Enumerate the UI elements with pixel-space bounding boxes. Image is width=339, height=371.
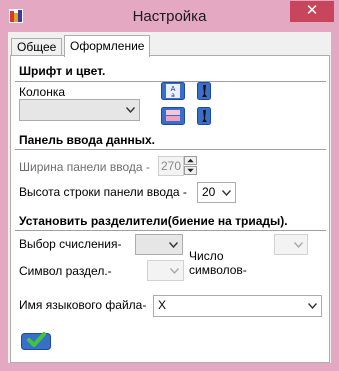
input-width-label: Ширина панели ввода - — [19, 160, 150, 174]
digit-count-label-line2: символов- — [189, 263, 247, 277]
input-section-divider — [15, 149, 326, 150]
digit-count-select[interactable] — [274, 234, 308, 255]
chevron-down-icon — [126, 107, 135, 113]
chevron-up-icon — [187, 158, 194, 163]
chevron-down-icon — [308, 303, 317, 309]
title-bar[interactable]: Настройка ✕ — [0, 0, 339, 32]
brush-icon[interactable] — [197, 82, 211, 100]
chevron-down-icon — [222, 189, 231, 196]
window-title: Настройка — [132, 8, 207, 25]
calc-system-label: Выбор счисления- — [19, 237, 122, 251]
language-file-label: Имя языкового файла- — [19, 298, 147, 312]
chevron-down-icon — [187, 168, 194, 173]
separator-symbol-select[interactable] — [147, 260, 184, 281]
stepper-up-button[interactable] — [184, 156, 197, 165]
column-label: Колонка — [19, 85, 66, 99]
column-select[interactable] — [19, 99, 140, 121]
digit-count-label-line1: Число — [189, 249, 224, 263]
font-section-header: Шрифт и цвет. — [19, 64, 106, 78]
close-button[interactable]: ✕ — [290, 1, 334, 22]
window-client: Общее Оформление Шрифт и цвет. Колонка A… — [8, 32, 331, 363]
row-height-select[interactable]: 20 — [197, 182, 236, 203]
font-a-icon[interactable]: A a — [161, 82, 185, 100]
language-file-select[interactable]: X — [153, 295, 322, 317]
brush-icon-2[interactable] — [197, 107, 211, 125]
row-height-value: 20 — [202, 185, 216, 199]
chevron-down-icon — [169, 241, 178, 248]
separator-section-divider — [15, 230, 326, 231]
tab-general[interactable]: Общее — [11, 38, 63, 56]
chevron-down-icon — [294, 241, 303, 248]
input-width-field[interactable]: 270 — [158, 156, 184, 176]
calc-system-select[interactable] — [135, 234, 183, 255]
separator-symbol-label: Символ раздел.- — [19, 264, 112, 278]
chevron-down-icon — [170, 267, 179, 274]
appearance-panel: Шрифт и цвет. Колонка A a Панель ввода д… — [10, 55, 330, 363]
language-file-value: X — [158, 298, 167, 312]
svg-text:a: a — [171, 92, 175, 99]
settings-window: Настройка ✕ Общее Оформление Шрифт и цве… — [0, 0, 339, 371]
separator-section-header: Установить разделители(биение на триады)… — [19, 214, 288, 228]
stepper-down-button[interactable] — [184, 166, 197, 175]
color-swatch-icon[interactable] — [161, 107, 185, 125]
checkmark-icon[interactable] — [21, 331, 51, 351]
row-height-label: Высота строки панели ввода - — [19, 185, 187, 199]
tab-appearance[interactable]: Оформление — [64, 35, 151, 57]
input-width-stepper[interactable] — [184, 156, 198, 176]
input-section-header: Панель ввода данных. — [19, 133, 155, 147]
